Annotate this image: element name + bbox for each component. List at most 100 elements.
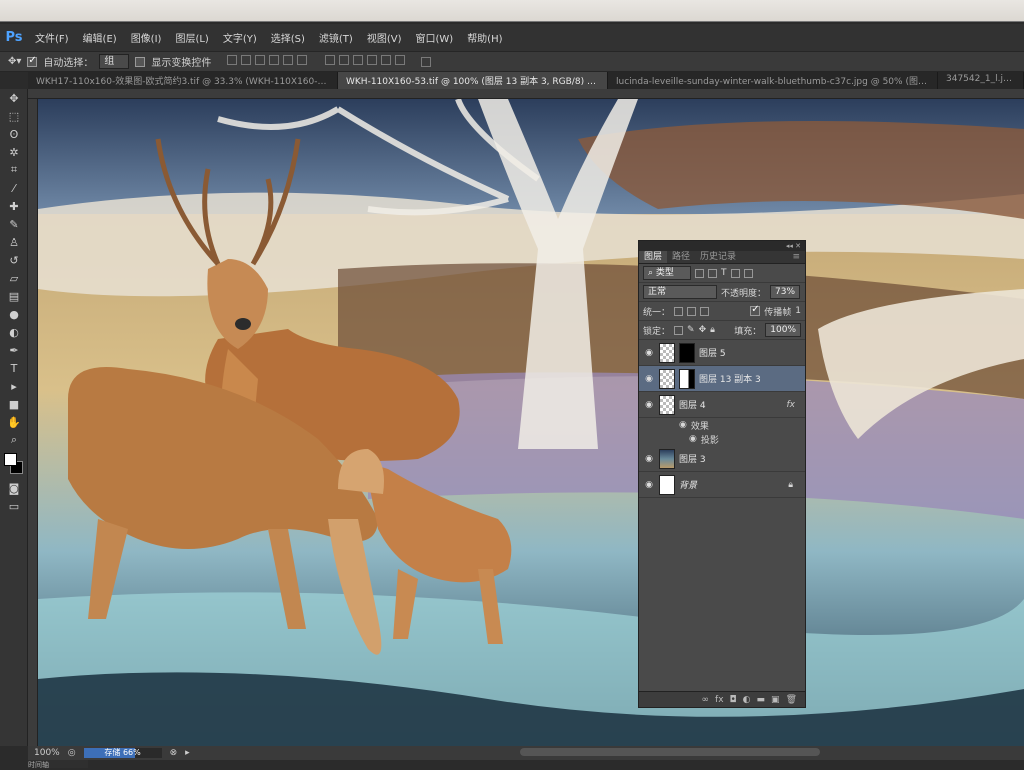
pen-tool-icon[interactable]: ✒ <box>0 341 28 359</box>
new-group-icon[interactable]: ▬ <box>757 695 766 705</box>
filter-kind-dropdown[interactable]: ⌕ 类型 <box>643 266 691 280</box>
filter-shape-icon[interactable] <box>730 268 740 278</box>
tab-layers[interactable]: 图层 <box>639 251 668 263</box>
fill-field[interactable]: 100% <box>765 323 801 337</box>
eye-icon[interactable]: ◉ <box>679 420 687 430</box>
dodge-tool-icon[interactable]: ◐ <box>0 323 28 341</box>
opacity-field[interactable]: 73% <box>770 285 801 299</box>
distribute-hcenter-icon[interactable] <box>381 55 392 65</box>
layer-row-13-copy-3[interactable]: ◉ 图层 13 副本 3 <box>639 366 805 392</box>
auto-select-target-dropdown[interactable]: 组 <box>99 54 130 69</box>
eye-icon[interactable]: ◉ <box>643 480 655 490</box>
filter-pixel-icon[interactable] <box>695 268 704 278</box>
horizontal-scrollbar[interactable] <box>520 748 820 756</box>
layer-row-background[interactable]: ◉ 背景 🔒︎ <box>639 472 805 498</box>
healing-tool-icon[interactable]: ✚ <box>0 197 28 215</box>
crop-tool-icon[interactable]: ⌗ <box>0 161 28 179</box>
distribute-vcenter-icon[interactable] <box>339 55 350 65</box>
marquee-tool-icon[interactable]: ⬚ <box>0 107 28 125</box>
quick-select-tool-icon[interactable]: ✲ <box>0 143 28 161</box>
new-layer-icon[interactable]: ▣ <box>771 695 780 705</box>
distribute-left-icon[interactable] <box>367 55 378 65</box>
tab-paths[interactable]: 路径 <box>667 251 695 263</box>
stamp-tool-icon[interactable]: ♙ <box>0 233 28 251</box>
auto-align-icon[interactable] <box>421 56 432 67</box>
auto-select-checkbox[interactable] <box>27 55 38 67</box>
align-left-icon[interactable] <box>269 55 280 65</box>
shape-tool-icon[interactable]: ■ <box>0 395 28 413</box>
blend-mode-dropdown[interactable]: 正常 <box>643 285 717 299</box>
zoom-tool-icon[interactable]: ⌕ <box>0 431 28 449</box>
filter-adjustment-icon[interactable] <box>708 268 717 278</box>
lasso-tool-icon[interactable]: ʘ <box>0 125 28 143</box>
move-tool-icon[interactable]: ✥ <box>0 89 28 107</box>
show-transform-checkbox[interactable] <box>135 56 146 67</box>
eye-icon[interactable]: ◉ <box>689 434 697 444</box>
menu-type[interactable]: 文字(Y) <box>216 30 264 45</box>
screen-mode-icon[interactable]: ▭ <box>0 497 28 515</box>
layer-mask-thumbnail[interactable] <box>679 342 695 363</box>
distribute-top-icon[interactable] <box>325 55 336 65</box>
menu-image[interactable]: 图像(I) <box>124 30 169 45</box>
menu-window[interactable]: 窗口(W) <box>408 30 460 45</box>
tab-document-2[interactable]: WKH-110X160-53.tif @ 100% (图层 13 副本 3, R… <box>338 72 608 89</box>
history-brush-tool-icon[interactable]: ↺ <box>0 251 28 269</box>
lock-all-icon[interactable]: 🔒︎ <box>710 325 715 335</box>
eye-icon[interactable]: ◉ <box>643 400 655 410</box>
menu-help[interactable]: 帮助(H) <box>460 30 509 45</box>
eye-icon[interactable]: ◉ <box>643 348 655 358</box>
menu-layer[interactable]: 图层(L) <box>168 30 215 45</box>
menu-file[interactable]: 文件(F) <box>28 30 76 45</box>
panel-menu-icon[interactable]: ≡ <box>787 251 805 263</box>
menu-filter[interactable]: 滤镜(T) <box>312 30 360 45</box>
eraser-tool-icon[interactable]: ▱ <box>0 269 28 287</box>
lock-pixels-icon[interactable]: ✎ <box>687 325 695 335</box>
panel-collapse-icon[interactable]: ◂◂ ✕ <box>639 241 805 251</box>
add-style-icon[interactable]: fx <box>715 695 724 705</box>
quick-mask-icon[interactable]: ◙ <box>0 479 28 497</box>
unify-visibility-icon[interactable] <box>687 306 697 316</box>
brush-tool-icon[interactable]: ✎ <box>0 215 28 233</box>
delete-layer-icon[interactable]: 🗑︎ <box>786 695 797 705</box>
menu-edit[interactable]: 编辑(E) <box>76 30 124 45</box>
fx-icon[interactable]: fx <box>787 400 806 410</box>
add-mask-icon[interactable]: ◘ <box>730 695 737 705</box>
hand-tool-icon[interactable]: ✋ <box>0 413 28 431</box>
menu-select[interactable]: 选择(S) <box>264 30 312 45</box>
move-tool-icon[interactable]: ✥▾ <box>8 56 21 67</box>
layer-mask-thumbnail[interactable] <box>679 368 695 389</box>
cancel-save-icon[interactable]: ⊗ <box>170 748 178 758</box>
layer-row-3[interactable]: ◉ 图层 3 <box>639 446 805 472</box>
status-info-icon[interactable]: ◎ <box>68 748 76 758</box>
tab-document-1[interactable]: WKH17-110x160-效果图-欧式简约3.tif @ 33.3% (WKH… <box>28 72 338 89</box>
align-hcenter-icon[interactable] <box>283 55 294 65</box>
status-menu-arrow-icon[interactable]: ▸ <box>185 748 190 758</box>
link-layers-icon[interactable]: ∞ <box>702 695 710 705</box>
document-canvas[interactable] <box>38 99 1024 746</box>
eye-icon[interactable]: ◉ <box>643 454 655 464</box>
menu-view[interactable]: 视图(V) <box>360 30 409 45</box>
filter-type-icon[interactable]: T <box>721 268 727 278</box>
unify-position-icon[interactable] <box>674 306 684 316</box>
align-top-icon[interactable] <box>227 55 238 65</box>
layer-effects-row[interactable]: ◉ 效果 <box>639 418 805 432</box>
tab-document-3[interactable]: lucinda-leveille-sunday-winter-walk-blue… <box>608 72 938 89</box>
foreground-color-swatch[interactable] <box>4 453 17 466</box>
distribute-bottom-icon[interactable] <box>353 55 364 65</box>
align-right-icon[interactable] <box>297 55 308 65</box>
eyedropper-tool-icon[interactable]: ⁄ <box>0 179 28 197</box>
color-swatches[interactable] <box>0 449 27 479</box>
path-select-tool-icon[interactable]: ▸ <box>0 377 28 395</box>
tab-history[interactable]: 历史记录 <box>695 251 741 263</box>
gradient-tool-icon[interactable]: ▤ <box>0 287 28 305</box>
propagate-frame-checkbox[interactable] <box>750 304 761 316</box>
align-vcenter-icon[interactable] <box>241 55 252 65</box>
lock-position-icon[interactable]: ✥ <box>699 325 707 335</box>
type-tool-icon[interactable]: T <box>0 359 28 377</box>
layer-row-5[interactable]: ◉ 图层 5 <box>639 340 805 366</box>
unify-style-icon[interactable] <box>700 306 710 316</box>
align-bottom-icon[interactable] <box>255 55 266 65</box>
lock-transparency-icon[interactable] <box>674 325 684 335</box>
zoom-level[interactable]: 100% <box>34 748 60 758</box>
adjustment-layer-icon[interactable]: ◐ <box>743 695 751 705</box>
